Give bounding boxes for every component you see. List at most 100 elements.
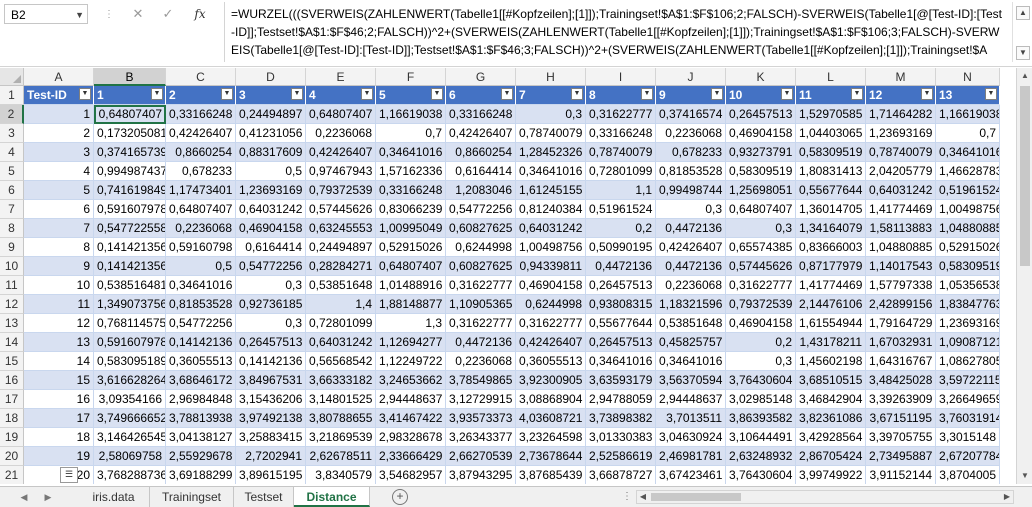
table-cell[interactable]: 0,678233 [656,143,726,162]
table-cell[interactable]: 2,42899156 [866,295,936,314]
table-cell[interactable]: 0,31622777 [446,314,516,333]
table-cell[interactable]: 3,93573373 [446,409,516,428]
table-cell[interactable]: 1,01488916 [376,276,446,295]
filter-dropdown-icon[interactable]: ▼ [641,88,653,100]
table-cell[interactable]: 12 [24,314,94,333]
table-cell[interactable]: 3,41467422 [376,409,446,428]
table-cell[interactable]: 0,63245553 [306,219,376,238]
table-cell[interactable]: 0,7 [936,124,1000,143]
table-cell[interactable]: 3,67151195 [866,409,936,428]
table-cell[interactable]: 3,91152144 [866,466,936,484]
table-cell[interactable]: 2,55929678 [166,447,236,466]
table-cell[interactable]: 0,591607978 [94,333,166,352]
table-cell[interactable]: 0,64807407 [726,200,796,219]
table-cell[interactable]: 0,3 [516,105,586,124]
table-cell[interactable]: 1,88148877 [376,295,446,314]
table-cell[interactable]: 0,64031242 [516,219,586,238]
chevron-down-icon[interactable]: ▼ [75,5,84,25]
row-header[interactable]: 3 [0,124,24,143]
table-cell[interactable]: 0,52915026 [936,238,1000,257]
table-cell[interactable]: 10 [24,276,94,295]
table-cell[interactable]: 0,64807407 [306,105,376,124]
table-cell[interactable]: 0,6164414 [236,238,306,257]
table-cell[interactable]: 1,36014705 [796,200,866,219]
table-cell[interactable]: 3,76031914 [936,409,1000,428]
table-cell[interactable]: 0,4472136 [656,219,726,238]
table-cell[interactable]: 0,2236068 [656,124,726,143]
table-cell[interactable]: 0,46904158 [726,124,796,143]
table-cell[interactable]: 0,64031242 [866,181,936,200]
column-header[interactable]: H [516,68,586,86]
column-header[interactable]: I [586,68,656,86]
table-cell[interactable]: 0,34641016 [376,143,446,162]
table-cell[interactable]: 3,73898382 [586,409,656,428]
table-header-cell[interactable]: 4 ▼ [306,86,376,105]
table-cell[interactable]: 0,5 [236,162,306,181]
table-header-cell[interactable]: Test-ID ▼ [24,86,94,105]
row-header[interactable]: 7 [0,200,24,219]
row-header[interactable]: 16 [0,371,24,390]
table-cell[interactable]: 0,41231056 [236,124,306,143]
table-cell[interactable]: 0,79372539 [726,295,796,314]
filter-dropdown-icon[interactable]: ▼ [781,88,793,100]
next-sheet-icon[interactable]: ▶ [40,487,56,507]
table-cell[interactable]: 0,54772256 [446,200,516,219]
table-cell[interactable]: 17 [24,409,94,428]
table-cell[interactable]: 0,79372539 [306,181,376,200]
table-cell[interactable]: 3,42928564 [796,428,866,447]
table-cell[interactable]: 0,81240384 [516,200,586,219]
table-cell[interactable]: 1,23693169 [236,181,306,200]
table-cell[interactable]: 0,2236068 [166,219,236,238]
table-header-cell[interactable]: 8 ▼ [586,86,656,105]
table-header-cell[interactable]: 9 ▼ [656,86,726,105]
column-header[interactable]: N [936,68,1000,86]
filter-dropdown-icon[interactable]: ▼ [571,88,583,100]
table-cell[interactable]: 1,43178211 [796,333,866,352]
sheet-tab[interactable]: Trainingset [150,487,234,507]
table-cell[interactable]: 3,04138127 [166,428,236,447]
table-cell[interactable]: 0,58309519 [726,162,796,181]
table-cell[interactable]: 3,616628264 [94,371,166,390]
table-cell[interactable]: 2,58069758 [94,447,166,466]
scroll-up-icon[interactable]: ▲ [1016,6,1030,20]
table-cell[interactable]: 1 [24,105,94,124]
column-header[interactable]: M [866,68,936,86]
row-header[interactable]: 20 [0,447,24,466]
table-header-cell[interactable]: 1 ▼ [94,86,166,105]
table-cell[interactable]: 0,60827625 [446,257,516,276]
table-cell[interactable]: 0,14142136 [236,352,306,371]
table-cell[interactable]: 0,14142136 [166,333,236,352]
table-cell[interactable]: 0,8660254 [446,143,516,162]
table-cell[interactable]: 4,03608721 [516,409,586,428]
table-cell[interactable]: 3,46842904 [796,390,866,409]
table-header-cell[interactable]: 6 ▼ [446,86,516,105]
row-header[interactable]: 11 [0,276,24,295]
table-cell[interactable]: 0,2236068 [656,276,726,295]
table-cell[interactable]: 1,23693169 [866,124,936,143]
table-cell[interactable]: 0,26457513 [726,105,796,124]
table-cell[interactable]: 0,78740079 [516,124,586,143]
row-header[interactable]: 8 [0,219,24,238]
table-cell[interactable]: 3,39263909 [866,390,936,409]
spreadsheet-grid[interactable]: A B C D E F G H I J K L M N 1 Test-ID ▼ 1 ▼ 2 ▼ 3 ▼ 4 ▼ 5 ▼ 6 ▼ 7 ▼ 8 ▼ 9… [0,68,1016,484]
row-header[interactable]: 21 [0,466,24,484]
table-cell[interactable]: 6 [24,200,94,219]
table-cell[interactable]: 2,66270539 [446,447,516,466]
column-header[interactable]: K [726,68,796,86]
table-cell[interactable]: 0,34641016 [586,352,656,371]
table-cell[interactable]: 0,36055513 [516,352,586,371]
formula-input[interactable]: =WURZEL(((SVERWEIS(ZAHLENWERT(Tabelle1[[… [224,2,1008,62]
table-cell[interactable]: 1,52970585 [796,105,866,124]
table-cell[interactable]: 0,52915026 [376,238,446,257]
cancel-icon[interactable]: ✕ [126,4,150,24]
row-header[interactable]: 6 [0,181,24,200]
table-cell[interactable]: 2,96984848 [166,390,236,409]
table-cell[interactable]: 0,51961524 [936,181,1000,200]
table-cell[interactable]: 0,5 [166,257,236,276]
table-cell[interactable]: 1,61245155 [516,181,586,200]
table-cell[interactable]: 2,52586619 [586,447,656,466]
table-header-cell[interactable]: 7 ▼ [516,86,586,105]
table-cell[interactable]: 0,547722558 [94,219,166,238]
table-cell[interactable]: 0,4472136 [586,257,656,276]
filter-dropdown-icon[interactable]: ▼ [921,88,933,100]
